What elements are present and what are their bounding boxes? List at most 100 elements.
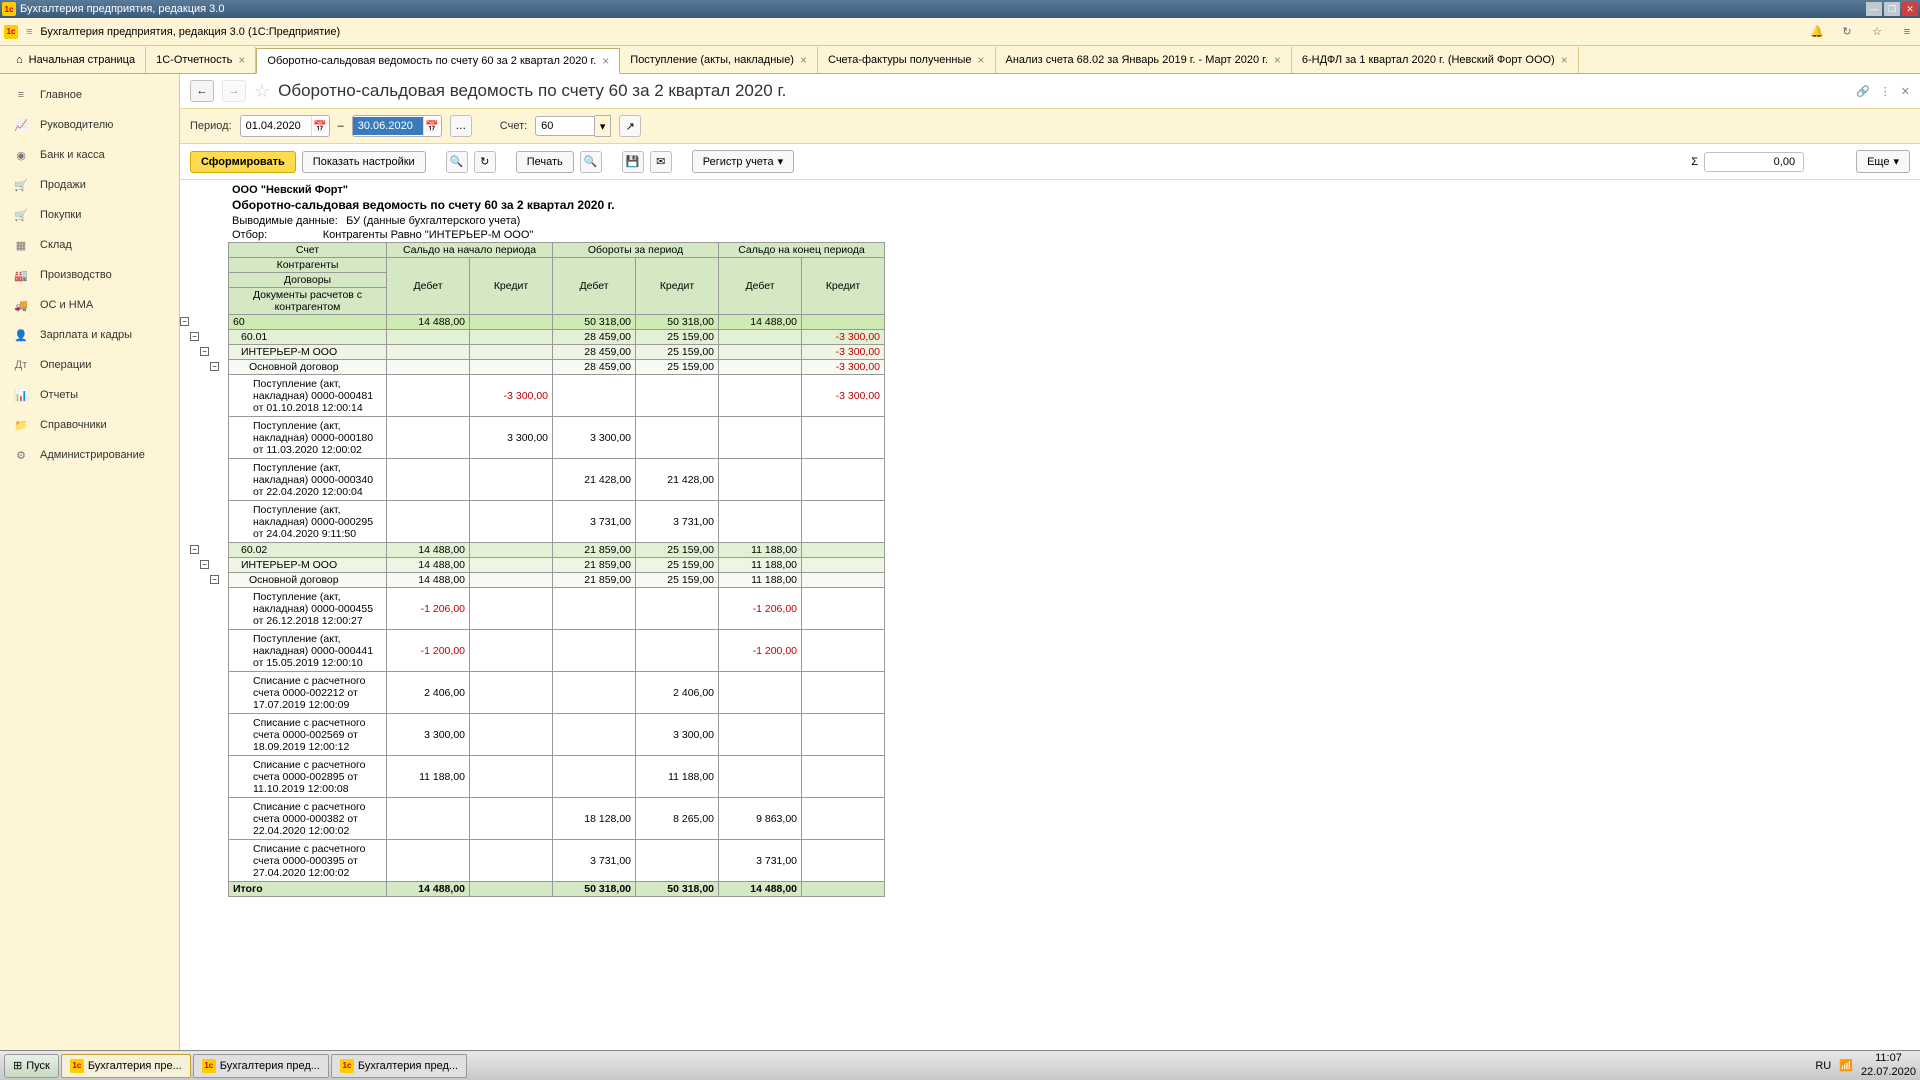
tree-toggle[interactable]: −	[200, 560, 209, 569]
sidebar-item-12[interactable]: ⚙Администрирование	[0, 440, 179, 470]
tab-close-icon[interactable]: ×	[978, 53, 985, 67]
account-input[interactable]: ▾	[535, 115, 611, 137]
table-row[interactable]: Поступление (акт, накладная) 0000-000481…	[229, 375, 885, 417]
show-settings-button[interactable]: Показать настройки	[302, 151, 426, 173]
print-button[interactable]: Печать	[516, 151, 574, 173]
tab-close-icon[interactable]: ×	[1274, 53, 1281, 67]
table-row[interactable]: Списание с расчетного счета 0000-000382 …	[229, 798, 885, 840]
search-icon[interactable]: 🔍	[446, 151, 468, 173]
history-icon[interactable]: ↻	[1838, 23, 1856, 41]
taskbar-app[interactable]: 1cБухгалтерия пред...	[193, 1054, 329, 1078]
tree-toggle[interactable]: −	[210, 575, 219, 584]
star-icon[interactable]: ☆	[254, 81, 270, 102]
table-row[interactable]: Итого14 488,0050 318,0050 318,0014 488,0…	[229, 882, 885, 897]
report-area[interactable]: ООО "Невский Форт" Оборотно-сальдовая ве…	[180, 180, 1920, 1050]
language-indicator[interactable]: RU	[1815, 1060, 1831, 1072]
sidebar-item-5[interactable]: ▦Склад	[0, 230, 179, 260]
save-icon[interactable]: 💾	[622, 151, 644, 173]
refresh-icon[interactable]: ↻	[474, 151, 496, 173]
tab-close-icon[interactable]: ×	[602, 54, 609, 68]
tab-close-icon[interactable]: ×	[1561, 53, 1568, 67]
table-row[interactable]: ИНТЕРЬЕР-М ООО14 488,0021 859,0025 159,0…	[229, 558, 885, 573]
sidebar-item-6[interactable]: 🏭Производство	[0, 260, 179, 290]
email-icon[interactable]: ✉	[650, 151, 672, 173]
tree-toggle[interactable]: −	[210, 362, 219, 371]
table-row[interactable]: Основной договор28 459,0025 159,00-3 300…	[229, 360, 885, 375]
tree-toggle[interactable]: −	[200, 347, 209, 356]
back-button[interactable]: ←	[190, 80, 214, 102]
sidebar-item-2[interactable]: ◉Банк и касса	[0, 140, 179, 170]
tab-1[interactable]: 1С-Отчетность×	[146, 47, 256, 73]
period-label: Период:	[190, 120, 232, 132]
table-row[interactable]: Поступление (акт, накладная) 0000-000295…	[229, 501, 885, 543]
tab-2[interactable]: Оборотно-сальдовая ведомость по счету 60…	[256, 48, 620, 74]
table-row[interactable]: Поступление (акт, накладная) 0000-000455…	[229, 588, 885, 630]
company-name: ООО "Невский Форт"	[232, 184, 1910, 196]
window-titlebar: 1c Бухгалтерия предприятия, редакция 3.0…	[0, 0, 1920, 18]
sidebar-item-4[interactable]: 🛒Покупки	[0, 200, 179, 230]
dropdown-icon[interactable]: ▾	[595, 115, 611, 137]
settings-icon[interactable]: ≡	[1898, 23, 1916, 41]
sidebar-item-1[interactable]: 📈Руководителю	[0, 110, 179, 140]
calendar-icon[interactable]: 📅	[311, 116, 329, 136]
table-row[interactable]: 6014 488,0050 318,0050 318,0014 488,00	[229, 315, 885, 330]
maximize-button[interactable]: ❐	[1884, 2, 1900, 16]
taskbar-app[interactable]: 1cБухгалтерия пред...	[331, 1054, 467, 1078]
sidebar-icon: 🏭	[14, 268, 28, 282]
print-preview-icon[interactable]: 🔍	[580, 151, 602, 173]
table-row[interactable]: Поступление (акт, накладная) 0000-000441…	[229, 630, 885, 672]
table-row[interactable]: 60.0128 459,0025 159,00-3 300,00	[229, 330, 885, 345]
tree-toggle[interactable]: −	[180, 317, 189, 326]
clock[interactable]: 11:07 22.07.2020	[1861, 1052, 1916, 1078]
tree-toggle[interactable]: −	[190, 545, 199, 554]
tray-icon[interactable]: 📶	[1839, 1059, 1853, 1072]
form-button[interactable]: Сформировать	[190, 151, 296, 173]
sidebar-item-11[interactable]: 📁Справочники	[0, 410, 179, 440]
taskbar-app[interactable]: 1cБухгалтерия пре...	[61, 1054, 191, 1078]
date-to-input[interactable]: 📅	[352, 115, 442, 137]
close-page-icon[interactable]: ✕	[1901, 85, 1910, 98]
table-row[interactable]: Списание с расчетного счета 0000-000395 …	[229, 840, 885, 882]
open-account-button[interactable]: ↗	[619, 115, 641, 137]
tree-toggle[interactable]: −	[190, 332, 199, 341]
sidebar-item-9[interactable]: ДтОперации	[0, 350, 179, 380]
sidebar-item-0[interactable]: ≡Главное	[0, 80, 179, 110]
table-row[interactable]: Поступление (акт, накладная) 0000-000180…	[229, 417, 885, 459]
table-row[interactable]: Основной договор14 488,0021 859,0025 159…	[229, 573, 885, 588]
forward-button[interactable]: →	[222, 80, 246, 102]
start-button[interactable]: ⊞ Пуск	[4, 1054, 59, 1078]
register-button[interactable]: Регистр учета ▾	[692, 150, 794, 173]
tab-5[interactable]: Анализ счета 68.02 за Январь 2019 г. - М…	[996, 47, 1292, 73]
date-from-input[interactable]: 📅	[240, 115, 330, 137]
table-row[interactable]: 60.0214 488,0021 859,0025 159,0011 188,0…	[229, 543, 885, 558]
link-icon[interactable]: 🔗	[1856, 85, 1870, 98]
windows-icon: ⊞	[13, 1059, 22, 1072]
tab-3[interactable]: Поступление (акты, накладные)×	[620, 47, 818, 73]
sidebar-item-3[interactable]: 🛒Продажи	[0, 170, 179, 200]
minimize-button[interactable]: —	[1866, 2, 1882, 16]
table-row[interactable]: ИНТЕРЬЕР-М ООО28 459,0025 159,00-3 300,0…	[229, 345, 885, 360]
tab-close-icon[interactable]: ×	[238, 53, 245, 67]
sidebar-item-10[interactable]: 📊Отчеты	[0, 380, 179, 410]
table-row[interactable]: Списание с расчетного счета 0000-002569 …	[229, 714, 885, 756]
calendar-icon[interactable]: 📅	[423, 116, 441, 136]
kebab-icon[interactable]: ⋮	[1880, 85, 1891, 98]
sidebar-item-8[interactable]: 👤Зарплата и кадры	[0, 320, 179, 350]
close-window-button[interactable]: ✕	[1902, 2, 1918, 16]
tab-6[interactable]: 6-НДФЛ за 1 квартал 2020 г. (Невский Фор…	[1292, 47, 1579, 73]
menu-toggle-icon[interactable]: ≡	[26, 26, 32, 38]
table-row[interactable]: Поступление (акт, накладная) 0000-000340…	[229, 459, 885, 501]
table-row[interactable]: Списание с расчетного счета 0000-002895 …	[229, 756, 885, 798]
period-picker-button[interactable]: …	[450, 115, 472, 137]
table-row[interactable]: Списание с расчетного счета 0000-002212 …	[229, 672, 885, 714]
more-button[interactable]: Еще ▾	[1856, 150, 1910, 173]
bell-icon[interactable]: 🔔	[1808, 23, 1826, 41]
favorite-icon[interactable]: ☆	[1868, 23, 1886, 41]
tab-4[interactable]: Счета-фактуры полученные×	[818, 47, 996, 73]
tab-0[interactable]: ⌂Начальная страница	[6, 47, 146, 73]
tab-close-icon[interactable]: ×	[800, 53, 807, 67]
sidebar-item-7[interactable]: 🚚ОС и НМА	[0, 290, 179, 320]
app-logo-icon: 1c	[70, 1059, 84, 1073]
sidebar-icon: 📊	[14, 388, 28, 402]
tab-bar: ⌂Начальная страница1С-Отчетность×Оборотн…	[0, 46, 1920, 74]
